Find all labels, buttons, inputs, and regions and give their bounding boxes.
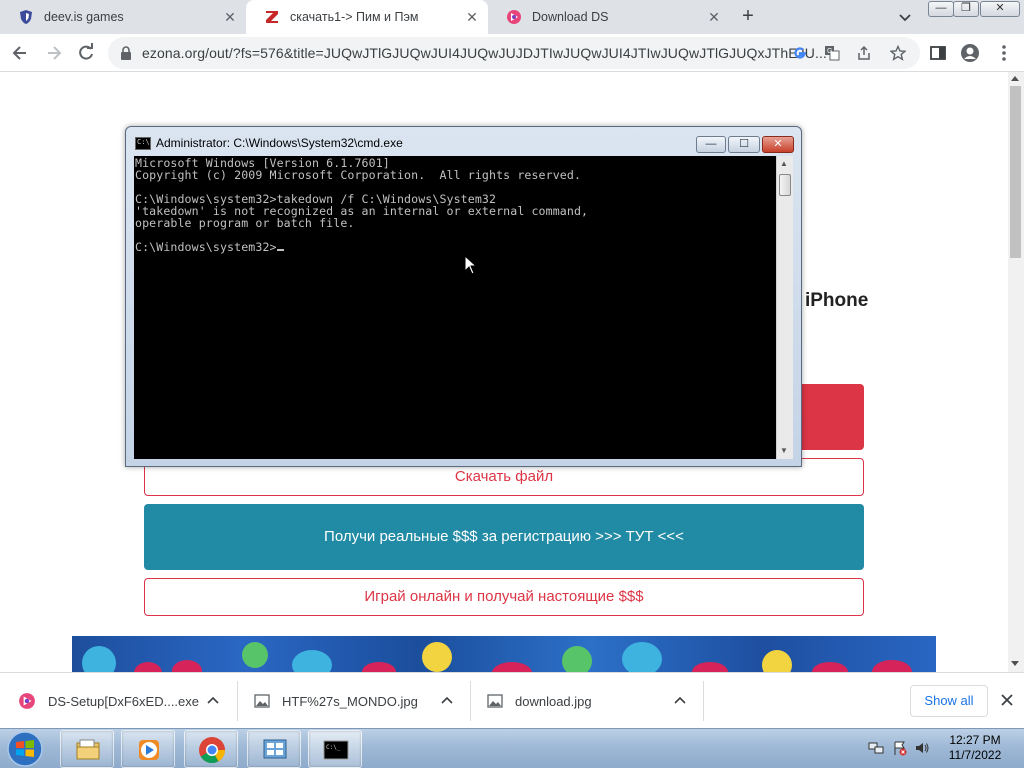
download-filename: download.jpg	[515, 693, 592, 709]
download-shelf: DS-Setup[DxF6xED....exe HTF%27s_MONDO.jp…	[0, 672, 1024, 728]
download-filename: DS-Setup[DxF6xED....exe	[48, 693, 199, 709]
close-icon[interactable]: ✕	[222, 9, 238, 25]
tab-download-ds[interactable]: Download DS ✕	[488, 0, 730, 34]
cmd-maximize-button[interactable]: ☐	[728, 136, 760, 153]
download-item[interactable]: DS-Setup[DxF6xED....exe	[18, 673, 236, 729]
chrome-icon	[199, 737, 226, 764]
tab-deev-games[interactable]: deev.is games ✕	[0, 0, 246, 34]
svg-text:C:\_: C:\_	[326, 744, 341, 751]
control-panel-icon	[263, 739, 287, 759]
action-center-flag-icon[interactable]	[892, 740, 908, 756]
console-line: Copyright (c) 2009 Microsoft Corporation…	[135, 168, 582, 182]
image-file-icon	[254, 694, 270, 708]
cmd-icon: C:\_	[323, 740, 349, 760]
cmd-close-button[interactable]: ✕	[762, 136, 794, 153]
bookmark-star-icon[interactable]	[890, 45, 906, 61]
taskbar-control-panel[interactable]	[247, 730, 301, 768]
menu-kebab-icon[interactable]	[994, 43, 1014, 63]
back-arrow-icon[interactable]	[10, 43, 30, 63]
taskbar-chrome[interactable]	[184, 730, 238, 768]
browser-toolbar: ezona.org/out/?fs=576&title=JUQwJTlGJUQw…	[0, 34, 1024, 72]
restore-button[interactable]: ❐	[953, 1, 979, 17]
explorer-icon	[76, 739, 100, 760]
chevron-up-icon[interactable]	[206, 694, 220, 708]
taskbar-media-player[interactable]	[121, 730, 175, 768]
google-icon[interactable]	[792, 45, 808, 61]
side-panel-icon[interactable]	[928, 43, 948, 63]
console-text: Microsoft Windows [Version 6.1.7601] Cop…	[135, 157, 588, 253]
cmd-window-title: Administrator: C:\Windows\System32\cmd.e…	[156, 136, 403, 150]
lock-icon	[121, 46, 131, 60]
cmd-scrollbar-thumb[interactable]	[779, 174, 791, 196]
text-cursor	[276, 249, 284, 251]
tab-search-icon[interactable]	[896, 8, 914, 26]
tab-title: deev.is games	[44, 10, 124, 24]
share-icon[interactable]	[856, 45, 872, 61]
clock-date: 11/7/2022	[948, 748, 1002, 762]
system-clock[interactable]: 12:27 PM 11/7/2022	[940, 733, 1010, 763]
cmd-window[interactable]: C:\ Administrator: C:\Windows\System32\c…	[125, 126, 802, 467]
taskbar-explorer[interactable]	[60, 730, 114, 768]
mouse-pointer-icon	[464, 255, 478, 275]
download-filename: HTF%27s_MONDO.jpg	[282, 693, 418, 709]
profile-avatar-icon[interactable]	[960, 43, 980, 63]
close-window-button[interactable]: ✕	[980, 1, 1020, 17]
console-output[interactable]: Microsoft Windows [Version 6.1.7601] Cop…	[134, 156, 776, 459]
scroll-down-arrow-icon[interactable]: ▼	[780, 446, 788, 455]
network-icon[interactable]	[868, 740, 884, 756]
console-prompt: C:\Windows\system32>	[135, 240, 277, 254]
chevron-up-icon[interactable]	[440, 694, 454, 708]
svg-text:G: G	[827, 48, 832, 55]
play-online-button[interactable]: Играй онлайн и получай настоящие $$$	[144, 578, 864, 616]
tab-title: скачать1-> Пим и Пэм	[290, 10, 419, 24]
download-item[interactable]: HTF%27s_MONDO.jpg	[254, 673, 470, 729]
address-bar[interactable]: ezona.org/out/?fs=576&title=JUQwJTlGJUQw…	[108, 37, 920, 69]
tab-strip: deev.is games ✕ скачать1-> Пим и Пэм ✕ D…	[0, 0, 1024, 34]
volume-icon[interactable]	[914, 740, 930, 756]
media-player-icon	[139, 740, 159, 760]
forward-arrow-icon[interactable]	[44, 43, 64, 63]
clock-time: 12:27 PM	[949, 733, 1001, 747]
scroll-down-arrow-icon[interactable]	[1010, 660, 1020, 668]
cmd-icon: C:\	[135, 137, 151, 150]
show-all-button[interactable]: Show all	[910, 685, 988, 717]
tab-title: Download DS	[532, 10, 609, 24]
reload-icon[interactable]	[76, 43, 96, 63]
taskbar-cmd[interactable]: C:\_	[308, 730, 362, 768]
translate-icon[interactable]: G	[824, 45, 840, 61]
close-icon[interactable]: ✕	[706, 9, 722, 25]
new-tab-button[interactable]: +	[738, 6, 758, 27]
minimize-button[interactable]: —	[928, 1, 954, 17]
windows-taskbar: C:\_ 12:27 PM 11/7/2022	[0, 728, 1024, 768]
site-z-icon	[264, 9, 280, 25]
url-text: ezona.org/out/?fs=576&title=JUQwJTlGJUQw…	[142, 45, 827, 61]
ds-icon	[507, 10, 521, 24]
close-icon[interactable]: ✕	[464, 9, 480, 25]
chevron-up-icon[interactable]	[673, 694, 687, 708]
close-icon[interactable]	[998, 691, 1016, 709]
tab-pim-i-pem[interactable]: скачать1-> Пим и Пэм ✕	[246, 0, 488, 34]
image-file-icon	[487, 694, 503, 708]
page-scrollbar-thumb[interactable]	[1010, 86, 1021, 258]
console-line: operable program or batch file.	[135, 216, 355, 230]
game-banner-image[interactable]	[72, 636, 936, 672]
start-button[interactable]	[3, 730, 47, 768]
register-money-button[interactable]: Получи реальные $$$ за регистрацию >>> Т…	[144, 504, 864, 570]
cmd-minimize-button[interactable]: —	[696, 136, 726, 153]
download-item[interactable]: download.jpg	[487, 673, 703, 729]
cmd-scrollbar[interactable]: ▲ ▼	[776, 156, 793, 459]
scroll-up-arrow-icon[interactable]	[1010, 74, 1020, 82]
shield-icon	[20, 10, 32, 24]
scroll-up-arrow-icon[interactable]: ▲	[780, 159, 788, 168]
ds-icon	[19, 693, 35, 709]
